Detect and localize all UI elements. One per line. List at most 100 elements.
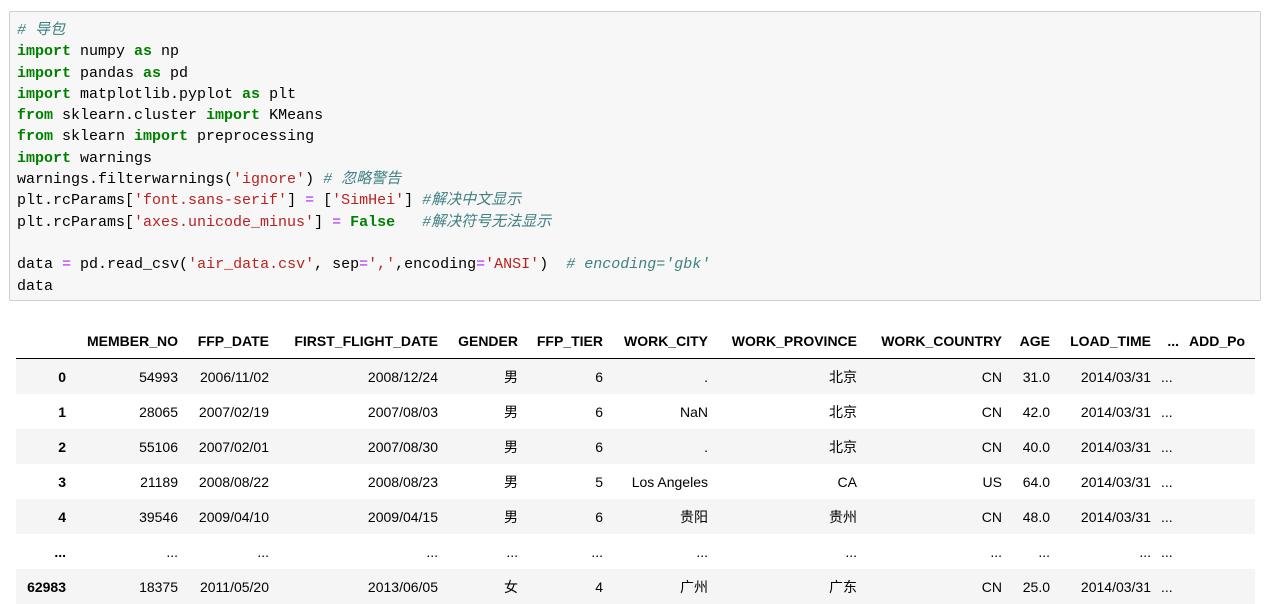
- table-cell: CA: [837, 473, 857, 490]
- table-cell: 女: [443, 569, 523, 604]
- table-cell: ...: [1139, 543, 1151, 560]
- table-cell: 6: [523, 429, 608, 464]
- table-cell: 2006/11/02: [183, 358, 274, 394]
- table-cell: CN: [862, 499, 1007, 534]
- table-cell: 28065: [139, 403, 178, 420]
- column-header: WORK_PROVINCE: [713, 324, 862, 359]
- table-row: 4 39546 2009/04/10 2009/04/15 男 6 贵阳 贵州 CN 48.0 20…: [16, 499, 1255, 534]
- table-cell: 2008/12/24: [274, 358, 443, 394]
- column-header: ...: [1156, 324, 1184, 359]
- table-cell: 北京: [829, 403, 857, 420]
- table-row: 0 54993 2006/11/02 2008/12/24 男 6. 北京 CN 31.0 201…: [16, 358, 1255, 394]
- table-cell: .: [608, 429, 713, 464]
- column-header: FIRST_FLIGHT_DATE: [274, 324, 443, 359]
- table-cell: 2007/02/19: [198, 403, 269, 420]
- dataframe-table: MEMBER_NO FFP_DATE FIRST_FLIGHT_DATE GENDER…: [16, 324, 1255, 604]
- table-cell: 25.0: [1007, 569, 1055, 604]
- table-cell: 2008/08/22: [198, 473, 269, 490]
- row-index: 1: [58, 403, 66, 420]
- table-row: 3 21189 2008/08/22 2008/08/23 男 5 Los Angeles C…: [16, 464, 1255, 499]
- table-cell: 48.0: [1007, 499, 1055, 534]
- table-cell: ...: [1161, 473, 1173, 490]
- table-cell: 5: [595, 473, 603, 490]
- table-cell: 2007/08/30: [274, 429, 443, 464]
- table-row: 62983 18375 2011/05/20 2013/06/05 女 4 广州 广东 CN 25…: [16, 569, 1255, 604]
- table-cell: 男: [504, 473, 518, 490]
- table-cell: [1184, 394, 1255, 429]
- code-line-import: from sklearn import preprocessing: [17, 128, 315, 146]
- table-cell: [1184, 358, 1255, 394]
- row-index: 4: [16, 499, 71, 534]
- table-cell: NaN: [679, 403, 708, 420]
- table-cell: [1184, 429, 1255, 464]
- code-line-import: import pandas as pd: [17, 64, 189, 82]
- table-cell: 39546: [71, 499, 183, 534]
- table-cell: ...: [1156, 429, 1184, 464]
- column-header: FFP_DATE: [183, 324, 274, 359]
- table-cell: 贵阳: [608, 499, 713, 534]
- table-cell: [1184, 569, 1255, 604]
- row-index: 3: [58, 473, 66, 490]
- table-cell: ...: [696, 543, 708, 560]
- column-header: WORK_CITY: [608, 324, 713, 359]
- table-cell: 广东: [713, 569, 862, 604]
- table-cell: 2011/05/20: [183, 569, 274, 604]
- table-cell: 2007/02/01: [183, 429, 274, 464]
- table-cell: 2009/04/15: [274, 499, 443, 534]
- table-cell: 2007/08/03: [367, 403, 438, 420]
- table-row: 2 55106 2007/02/01 2007/08/30 男 6. 北京 CN 40.0 201…: [16, 429, 1255, 464]
- table-cell: 40.0: [1007, 429, 1055, 464]
- table-cell: ...: [1161, 403, 1173, 420]
- table-cell: .: [608, 358, 713, 394]
- table-cell: ...: [257, 543, 269, 560]
- table-cell: ...: [426, 543, 438, 560]
- column-header: AGE: [1007, 324, 1055, 359]
- column-header: ADD_Po: [1184, 324, 1255, 359]
- table-cell: ...: [990, 543, 1002, 560]
- table-cell: CN: [981, 403, 1002, 420]
- output-area: MEMBER_NO FFP_DATE FIRST_FLIGHT_DATE GENDER…: [16, 324, 1255, 604]
- table-cell: 31.0: [1007, 358, 1055, 394]
- code-line-import: import matplotlib.pyplot as plt: [17, 85, 297, 103]
- table-cell: 男: [443, 499, 523, 534]
- code-line-data: data: [17, 277, 54, 295]
- table-cell: 贵州: [713, 499, 862, 534]
- table-cell: 2014/03/31: [1055, 569, 1156, 604]
- code-cell[interactable]: # 导包 import numpy as np import pandas as …: [9, 11, 1261, 301]
- table-cell: ...: [1156, 569, 1184, 604]
- table-cell: CN: [862, 569, 1007, 604]
- table-cell: 42.0: [1022, 403, 1050, 420]
- table-cell: 55106: [71, 429, 183, 464]
- table-cell: 54993: [71, 358, 183, 394]
- table-cell: 2014/03/31: [1055, 429, 1156, 464]
- table-cell: [1184, 499, 1255, 534]
- column-header: LOAD_TIME: [1055, 324, 1156, 359]
- table-cell: [1184, 534, 1255, 569]
- table-cell: ...: [1038, 543, 1050, 560]
- row-index: 0: [16, 358, 71, 394]
- column-header: MEMBER_NO: [71, 324, 183, 359]
- table-cell: Los Angeles: [631, 473, 708, 490]
- table-header-row: MEMBER_NO FFP_DATE FIRST_FLIGHT_DATE GENDER…: [16, 324, 1255, 359]
- table-cell: 2014/03/31: [1080, 473, 1151, 490]
- row-index: 62983: [16, 569, 71, 604]
- code-line-import: import warnings: [17, 149, 153, 167]
- table-cell: 2014/03/31: [1080, 403, 1151, 420]
- table-cell: 21189: [140, 473, 178, 490]
- table-cell: ...: [506, 543, 518, 560]
- code-line-rcparams-font: plt.rcParams['font.sans-serif'] = ['SimH…: [17, 192, 522, 210]
- table-cell: ...: [1156, 358, 1184, 394]
- table-cell: CN: [862, 429, 1007, 464]
- table-cell: 北京: [713, 429, 862, 464]
- table-cell: 6: [595, 403, 603, 420]
- table-cell: 18375: [71, 569, 183, 604]
- table-cell: ...: [591, 543, 603, 560]
- code-line-read-csv: data = pd.read_csv('air_data.csv', sep='…: [17, 256, 711, 274]
- column-header: [16, 324, 71, 359]
- table-cell: 2013/06/05: [274, 569, 443, 604]
- table-cell: ...: [166, 543, 178, 560]
- code-line-import: import numpy as np: [17, 43, 180, 61]
- code-line-rcparams-minus: plt.rcParams['axes.unicode_minus'] = Fal…: [17, 213, 552, 231]
- table-cell: 6: [523, 499, 608, 534]
